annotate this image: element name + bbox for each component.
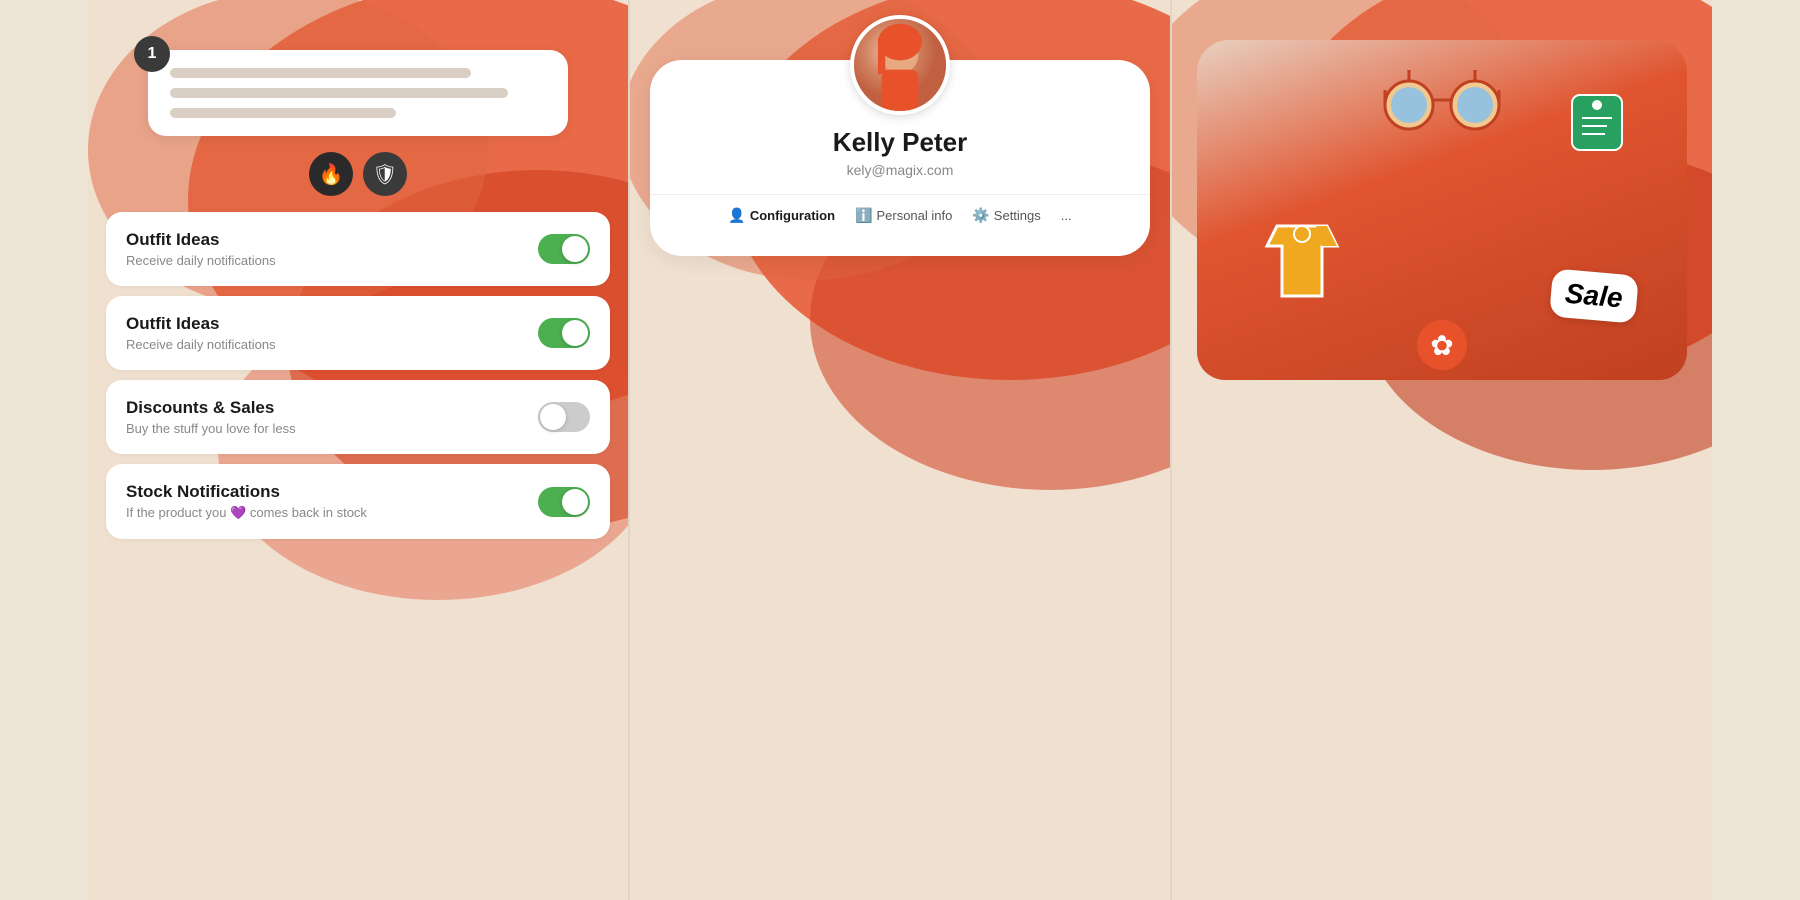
shirt-sticker [1257, 216, 1347, 320]
toggle-knob-outfit-ideas-2 [562, 320, 588, 346]
profile-card: Kelly Peter kely@magix.com 👤 Configurati… [650, 60, 1150, 256]
profile-tabs: 👤 Configuration ℹ️ Personal info ⚙️ Sett… [650, 194, 1150, 236]
flower-icon: ✿ [1430, 329, 1453, 362]
toggle-label-discounts: Discounts & Sales Buy the stuff you love… [126, 398, 296, 436]
toggle-switch-outfit-ideas-1[interactable] [538, 234, 590, 264]
info-icon: ℹ️ [855, 207, 872, 224]
toggle-label-stock: Stock Notifications If the product you 💜… [126, 482, 367, 521]
avatar [850, 15, 950, 115]
price-tag-sticker [1567, 90, 1627, 165]
tab-more[interactable]: ... [1061, 208, 1072, 223]
shield-icon: 🛡 [372, 162, 397, 187]
toggle-title-outfit-ideas-2: Outfit Ideas [126, 314, 276, 334]
flower-sticker: ✿ [1417, 320, 1467, 370]
config-icon: 👤 [728, 207, 745, 224]
avatar-image [854, 19, 946, 111]
heart-emoji: 💜 [230, 505, 246, 520]
notif-line-1 [170, 68, 471, 78]
toggle-row-outfit-ideas-2[interactable]: Outfit Ideas Receive daily notifications [106, 296, 610, 370]
profile-email: kely@magix.com [847, 162, 954, 178]
toggle-list: Outfit Ideas Receive daily notifications… [106, 212, 610, 549]
sale-sticker: Sale [1549, 268, 1638, 323]
toggle-switch-discounts[interactable] [538, 402, 590, 432]
notif-line-3 [170, 108, 396, 118]
tab-configuration[interactable]: 👤 Configuration [728, 207, 835, 224]
toggle-subtitle-discounts: Buy the stuff you love for less [126, 421, 296, 436]
toggle-row-discounts[interactable]: Discounts & Sales Buy the stuff you love… [106, 380, 610, 454]
screen1-content: 1 🔥 🛡 Outfit Ideas [88, 0, 628, 900]
toggle-label-outfit-ideas-1: Outfit Ideas Receive daily notifications [126, 230, 276, 268]
profile-name: Kelly Peter [833, 127, 967, 158]
toggle-switch-stock[interactable] [538, 487, 590, 517]
fire-icon-circle: 🔥 [309, 152, 353, 196]
toggle-knob-outfit-ideas-1 [562, 236, 588, 262]
toggle-subtitle-outfit-ideas-1: Receive daily notifications [126, 253, 276, 268]
toggle-switch-outfit-ideas-2[interactable] [538, 318, 590, 348]
notif-line-2 [170, 88, 508, 98]
toggle-row-outfit-ideas-1[interactable]: Outfit Ideas Receive daily notifications [106, 212, 610, 286]
toggle-label-outfit-ideas-2: Outfit Ideas Receive daily notifications [126, 314, 276, 352]
toggle-knob-stock [562, 489, 588, 515]
toggle-title-outfit-ideas-1: Outfit Ideas [126, 230, 276, 250]
notification-preview-card: 1 [148, 50, 568, 136]
screen-notifications: 1 🔥 🛡 Outfit Ideas [88, 0, 628, 900]
tab-personal-info[interactable]: ℹ️ Personal info [855, 207, 952, 224]
screen-favorites: Sale ✿ [1172, 0, 1712, 900]
stickers-area: Sale ✿ [1197, 40, 1687, 380]
fire-icon: 🔥 [319, 162, 344, 187]
screen-profile: Kelly Peter kely@magix.com 👤 Configurati… [630, 0, 1170, 900]
sale-text: Sale [1564, 278, 1624, 314]
screens-container: 1 🔥 🛡 Outfit Ideas [0, 0, 1800, 900]
toggle-knob-discounts [540, 404, 566, 430]
tab-personal-info-label: Personal info [876, 208, 952, 223]
toggle-row-stock[interactable]: Stock Notifications If the product you 💜… [106, 464, 610, 539]
tab-configuration-label: Configuration [750, 208, 835, 223]
toggle-subtitle-stock: If the product you 💜 comes back in stock [126, 505, 367, 521]
icon-row: 🔥 🛡 [309, 152, 407, 196]
tab-settings-label: Settings [994, 208, 1041, 223]
tab-settings[interactable]: ⚙️ Settings [972, 207, 1040, 224]
settings-icon: ⚙️ [972, 207, 989, 224]
toggle-title-discounts: Discounts & Sales [126, 398, 296, 418]
shield-icon-circle: 🛡 [363, 152, 407, 196]
toggle-subtitle-outfit-ideas-2: Receive daily notifications [126, 337, 276, 352]
toggle-title-stock: Stock Notifications [126, 482, 367, 502]
notification-badge: 1 [134, 36, 170, 72]
tab-more-label: ... [1061, 208, 1072, 223]
glasses-sticker [1377, 70, 1507, 154]
